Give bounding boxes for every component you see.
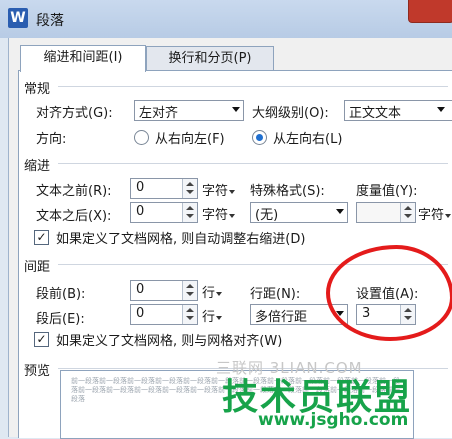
chevron-down-icon bbox=[216, 291, 223, 296]
chevron-down-icon bbox=[336, 209, 344, 214]
direction-rtl-label[interactable]: 从右向左(F) bbox=[155, 128, 225, 147]
arrow-down-icon bbox=[186, 316, 194, 320]
chevron-down-icon bbox=[216, 315, 223, 320]
space-before-spinner[interactable]: 0 bbox=[130, 280, 198, 301]
section-general-heading: 常规 bbox=[24, 82, 51, 97]
space-after-value: 0 bbox=[136, 306, 145, 321]
spacing-grid-checkbox[interactable]: ✓ bbox=[34, 332, 49, 347]
spinner-buttons[interactable] bbox=[400, 305, 415, 324]
watermark-url: www.jsgho.com bbox=[258, 410, 409, 430]
arrow-up-icon bbox=[186, 206, 194, 210]
setting-value-spinner[interactable]: 3 bbox=[356, 304, 416, 325]
arrow-down-icon bbox=[186, 190, 194, 194]
chevron-down-icon bbox=[232, 107, 240, 112]
setting-value: 3 bbox=[362, 306, 371, 321]
direction-ltr-radio[interactable] bbox=[252, 130, 267, 145]
indent-before-value: 0 bbox=[136, 180, 145, 195]
window-title: 段落 bbox=[36, 13, 64, 29]
unit-text: 字符 bbox=[202, 208, 229, 223]
unit-text: 行 bbox=[202, 310, 216, 325]
line-spacing-value: 多倍行距 bbox=[255, 310, 308, 325]
indent-before-label: 文本之前(R): bbox=[36, 184, 112, 199]
alignment-select[interactable]: 左对齐 bbox=[134, 100, 244, 121]
section-preview-heading: 预览 bbox=[24, 364, 51, 379]
direction-ltr-label[interactable]: 从左向右(L) bbox=[273, 128, 342, 147]
special-format-select[interactable]: (无) bbox=[250, 202, 348, 223]
outline-level-label: 大纲级别(O): bbox=[252, 106, 329, 121]
special-format-value: (无) bbox=[255, 208, 279, 223]
unit-text: 行 bbox=[202, 286, 216, 301]
unit-text: 字符 bbox=[202, 184, 229, 199]
spacing-grid-label[interactable]: 如果定义了文档网格, 则与网格对齐(W) bbox=[56, 330, 282, 349]
arrow-down-icon bbox=[186, 214, 194, 218]
title-bar bbox=[0, 0, 452, 38]
space-before-value: 0 bbox=[136, 282, 145, 297]
arrow-up-icon bbox=[186, 308, 194, 312]
spinner-buttons[interactable] bbox=[182, 305, 197, 324]
arrow-up-icon bbox=[404, 206, 412, 210]
spinner-buttons[interactable] bbox=[182, 203, 197, 222]
divider bbox=[58, 264, 448, 265]
alignment-value: 左对齐 bbox=[139, 106, 179, 121]
indent-after-value: 0 bbox=[136, 204, 145, 219]
space-after-unit[interactable]: 行 bbox=[202, 306, 223, 325]
chevron-down-icon bbox=[229, 213, 236, 218]
arrow-down-icon bbox=[186, 292, 194, 296]
wps-writer-icon: W bbox=[8, 8, 28, 28]
tab-line-page-breaks[interactable]: 换行和分页(P) bbox=[146, 46, 274, 71]
section-indent-heading: 缩进 bbox=[24, 159, 51, 174]
indent-grid-checkbox[interactable]: ✓ bbox=[34, 230, 49, 245]
unit-text: 字符 bbox=[418, 208, 445, 223]
measure-unit[interactable]: 字符 bbox=[418, 204, 452, 223]
section-spacing-heading: 间距 bbox=[24, 260, 51, 275]
arrow-up-icon bbox=[186, 284, 194, 288]
outline-level-value: 正文文本 bbox=[349, 106, 402, 121]
chevron-down-icon bbox=[229, 189, 236, 194]
spinner-buttons[interactable] bbox=[400, 203, 415, 222]
arrow-up-icon bbox=[186, 182, 194, 186]
setting-value-label: 设置值(A): bbox=[356, 287, 419, 302]
close-button[interactable] bbox=[408, 0, 452, 23]
indent-before-spinner[interactable]: 0 bbox=[130, 178, 198, 199]
spinner-buttons[interactable] bbox=[182, 179, 197, 198]
space-before-unit[interactable]: 行 bbox=[202, 282, 223, 301]
outline-level-select[interactable]: 正文文本 bbox=[344, 100, 452, 121]
tab-indent-spacing[interactable]: 缩进和间距(I) bbox=[20, 45, 146, 72]
chevron-down-icon bbox=[437, 107, 445, 112]
direction-rtl-radio[interactable] bbox=[134, 130, 149, 145]
indent-after-spinner[interactable]: 0 bbox=[130, 202, 198, 223]
special-format-label: 特殊格式(S): bbox=[250, 184, 325, 199]
direction-label: 方向: bbox=[36, 132, 67, 147]
chevron-down-icon bbox=[445, 213, 452, 218]
indent-grid-label[interactable]: 如果定义了文档网格, 则自动调整右缩进(D) bbox=[56, 228, 305, 247]
arrow-down-icon bbox=[404, 316, 412, 320]
arrow-down-icon bbox=[404, 214, 412, 218]
space-after-label: 段后(E): bbox=[36, 312, 85, 327]
alignment-label: 对齐方式(G): bbox=[36, 106, 113, 121]
measure-label: 度量值(Y): bbox=[356, 184, 418, 199]
arrow-up-icon bbox=[404, 308, 412, 312]
space-after-spinner[interactable]: 0 bbox=[130, 304, 198, 325]
space-before-label: 段前(B): bbox=[36, 287, 86, 302]
line-spacing-select[interactable]: 多倍行距 bbox=[250, 304, 348, 325]
indent-after-unit[interactable]: 字符 bbox=[202, 204, 236, 223]
indent-after-label: 文本之后(X): bbox=[36, 209, 112, 224]
line-spacing-label: 行距(N): bbox=[250, 287, 301, 302]
divider bbox=[58, 163, 448, 164]
measure-spinner[interactable] bbox=[356, 202, 416, 223]
chevron-down-icon bbox=[336, 311, 344, 316]
indent-before-unit[interactable]: 字符 bbox=[202, 180, 236, 199]
divider bbox=[58, 86, 448, 87]
spinner-buttons[interactable] bbox=[182, 281, 197, 300]
